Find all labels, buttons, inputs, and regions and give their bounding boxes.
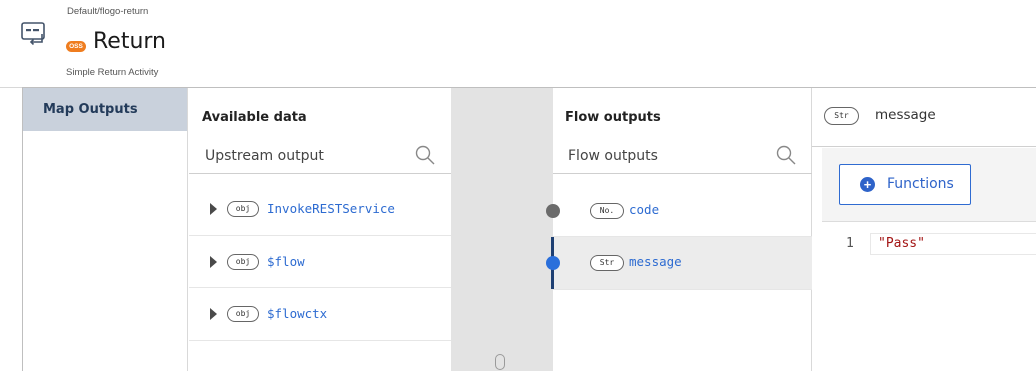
- page-title: Return: [93, 29, 167, 54]
- expand-caret-icon[interactable]: [210, 256, 217, 268]
- editor-header: Str message: [812, 88, 1036, 147]
- activity-subtitle: Simple Return Activity: [66, 67, 159, 78]
- type-badge: Str: [824, 107, 859, 125]
- functions-button[interactable]: + Functions: [839, 164, 971, 205]
- mapped-port-icon: [546, 256, 560, 270]
- type-badge: obj: [227, 306, 259, 322]
- tree-item-label[interactable]: $flowctx: [267, 306, 327, 321]
- upstream-search-input[interactable]: Upstream output: [205, 148, 324, 164]
- tab-map-outputs[interactable]: Map Outputs: [23, 88, 187, 131]
- flow-outputs-search[interactable]: Flow outputs: [553, 140, 812, 174]
- activity-header: Default/flogo-return OSS Return Simple R…: [0, 0, 1036, 88]
- available-data-title: Available data: [202, 110, 307, 125]
- upstream-search[interactable]: Upstream output: [189, 140, 451, 174]
- type-badge: obj: [227, 201, 259, 217]
- row-divider: [553, 289, 812, 290]
- flow-output-message[interactable]: Str message: [546, 237, 812, 289]
- available-data-panel: Available data Upstream output obj Invok…: [189, 88, 451, 371]
- mapping-gutter: [451, 88, 553, 371]
- line-number: 1: [846, 236, 854, 251]
- editor-target-name: message: [875, 107, 936, 123]
- expand-caret-icon[interactable]: [210, 203, 217, 215]
- plus-icon: +: [860, 177, 875, 192]
- expand-caret-icon[interactable]: [210, 308, 217, 320]
- mapper-tabs: Map Outputs: [23, 88, 188, 371]
- search-icon[interactable]: [775, 144, 797, 166]
- expression-text[interactable]: "Pass": [878, 236, 925, 251]
- type-badge: No.: [590, 203, 624, 219]
- tree-item-label[interactable]: InvokeRESTService: [267, 201, 395, 216]
- flow-output-label[interactable]: code: [629, 202, 659, 217]
- flow-output-label[interactable]: message: [629, 254, 682, 269]
- type-badge: Str: [590, 255, 624, 271]
- search-icon[interactable]: [414, 144, 436, 166]
- flow-output-code[interactable]: No. code: [546, 185, 812, 237]
- flow-outputs-title: Flow outputs: [565, 110, 661, 125]
- flow-outputs-search-input[interactable]: Flow outputs: [568, 148, 658, 164]
- functions-button-label: Functions: [887, 176, 954, 192]
- editor-body: + Functions 1 "Pass": [822, 148, 1036, 371]
- activity-path: Default/flogo-return: [67, 6, 149, 17]
- type-badge: obj: [227, 254, 259, 270]
- row-divider: [189, 340, 451, 341]
- expression-editor[interactable]: 1 "Pass": [822, 222, 1036, 371]
- code-line[interactable]: 1 "Pass": [822, 233, 1036, 255]
- return-activity-icon: [21, 22, 45, 45]
- oss-badge: OSS: [66, 41, 86, 52]
- tree-item-flow[interactable]: obj $flow: [189, 236, 451, 288]
- tree-item-invokerestservice[interactable]: obj InvokeRESTService: [189, 183, 451, 235]
- mapping-editor: Str message + Functions 1 "Pass": [812, 88, 1036, 371]
- tree-item-label[interactable]: $flow: [267, 254, 305, 269]
- scroll-indicator-icon: [495, 354, 505, 370]
- tree-item-flowctx[interactable]: obj $flowctx: [189, 288, 451, 340]
- flow-outputs-panel: Flow outputs Flow outputs No. code Str m…: [546, 88, 812, 371]
- unmapped-port-icon: [546, 204, 560, 218]
